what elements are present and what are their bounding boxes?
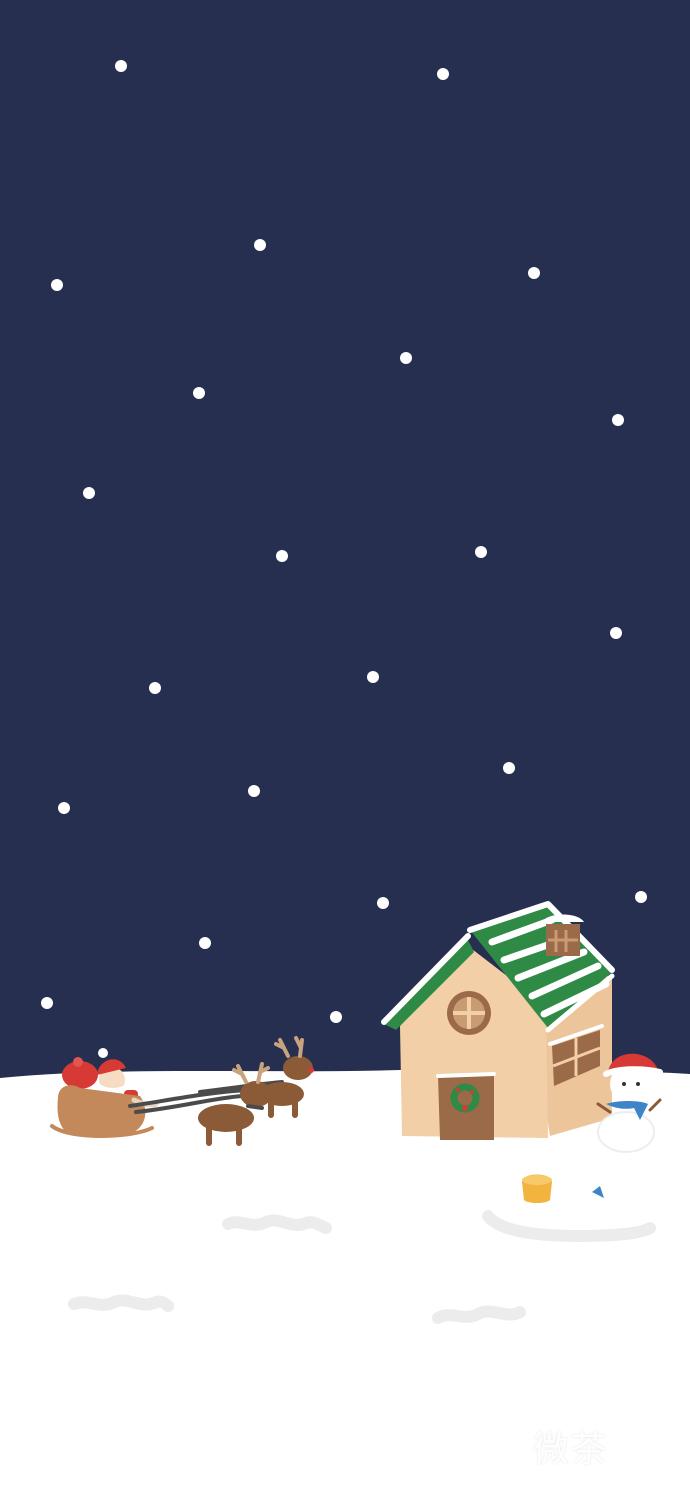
watermark-english: WXCHA <box>616 1424 668 1439</box>
snowflake <box>437 68 449 80</box>
winter-night-scene <box>0 0 690 1494</box>
snowflake <box>367 671 379 683</box>
snowflake <box>330 1011 342 1023</box>
snowflake <box>149 682 161 694</box>
snowflake <box>83 487 95 499</box>
snowflake <box>58 802 70 814</box>
snowflake <box>503 762 515 774</box>
snowflake <box>199 937 211 949</box>
snowflake <box>51 279 63 291</box>
watermark-chinese: 微茶 <box>532 1429 609 1470</box>
snowflake <box>610 627 622 639</box>
snowflake <box>635 891 647 903</box>
snowflake <box>248 785 260 797</box>
snowflake <box>193 387 205 399</box>
watermark-domain: .com <box>621 1445 668 1467</box>
watermark-badge: WXCHA .com <box>616 1424 668 1468</box>
snowflake <box>475 546 487 558</box>
snowflake <box>254 239 266 251</box>
snowflake <box>377 897 389 909</box>
watermark: 微茶 WXCHA .com <box>533 1420 668 1472</box>
snowflake <box>115 60 127 72</box>
snowflake <box>528 267 540 279</box>
snowflake <box>276 550 288 562</box>
snowflake <box>612 414 624 426</box>
snowflake <box>400 352 412 364</box>
snowflake <box>41 997 53 1009</box>
